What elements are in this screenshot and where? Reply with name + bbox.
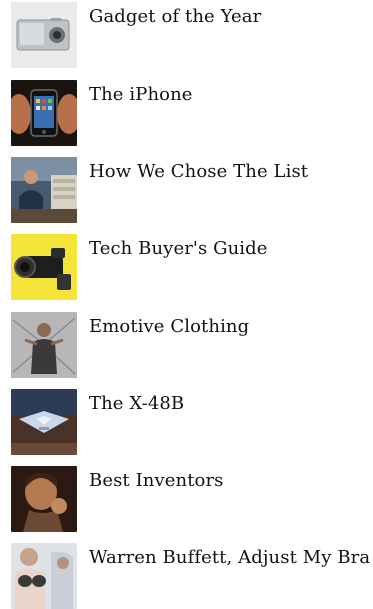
article-title[interactable]: The iPhone <box>89 84 193 106</box>
article-title[interactable]: Warren Buffett, Adjust My Bra <box>89 547 370 569</box>
clothing-thumbnail[interactable] <box>11 312 77 378</box>
inventor-thumbnail[interactable] <box>11 466 77 532</box>
article-title[interactable]: How We Chose The List <box>89 161 308 183</box>
article-title[interactable]: The X-48B <box>89 393 184 415</box>
article-title[interactable]: Best Inventors <box>89 470 224 492</box>
iphone-thumbnail[interactable] <box>11 80 77 146</box>
article-title[interactable]: Tech Buyer's Guide <box>89 238 268 260</box>
article-item-gadget-of-the-year[interactable]: Gadget of the Year <box>0 2 373 68</box>
article-title[interactable]: Gadget of the Year <box>89 6 261 28</box>
camera-thumbnail[interactable] <box>11 2 77 68</box>
article-item-emotive-clothing[interactable]: Emotive Clothing <box>0 312 373 378</box>
aircraft-thumbnail[interactable] <box>11 389 77 455</box>
bra-thumbnail[interactable] <box>11 543 77 609</box>
article-item-the-iphone[interactable]: The iPhone <box>0 80 373 146</box>
article-item-warren-buffett-adjust-my-bra[interactable]: Warren Buffett, Adjust My Bra <box>0 543 373 609</box>
article-item-how-we-chose-the-list[interactable]: How We Chose The List <box>0 157 373 223</box>
article-item-best-inventors[interactable]: Best Inventors <box>0 466 373 532</box>
article-title[interactable]: Emotive Clothing <box>89 316 249 338</box>
person-desk-thumbnail[interactable] <box>11 157 77 223</box>
article-item-the-x-48b[interactable]: The X-48B <box>0 389 373 455</box>
article-item-tech-buyers-guide[interactable]: Tech Buyer's Guide <box>0 234 373 300</box>
camcorder-thumbnail[interactable] <box>11 234 77 300</box>
